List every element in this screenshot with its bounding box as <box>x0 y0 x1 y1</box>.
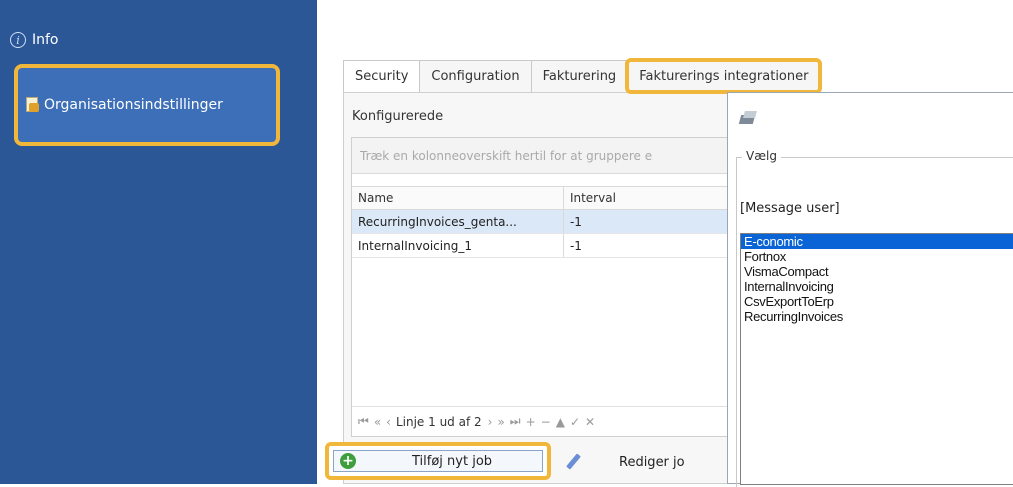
add-job-button[interactable]: + Tilføj nyt job <box>325 442 551 480</box>
next-record-icon[interactable]: › <box>488 415 493 429</box>
edit-job-button[interactable]: Rediger jo <box>557 448 747 476</box>
list-item[interactable]: RecurringInvoices <box>741 309 1013 324</box>
move-up-icon[interactable]: ▲ <box>556 415 565 429</box>
sidebar: i Info Organisationsindstillinger <box>0 0 317 484</box>
tab-bar: Security Configuration Fakturering Faktu… <box>343 58 823 94</box>
add-record-icon[interactable]: + <box>526 415 536 429</box>
pencil-icon <box>565 453 583 471</box>
cell-name: RecurringInvoices_genta... <box>352 210 564 233</box>
previous-page-icon[interactable]: « <box>374 415 381 429</box>
last-record-icon[interactable]: ⏭ <box>510 414 521 429</box>
settings-document-icon <box>26 97 40 113</box>
cancel-icon[interactable]: ✕ <box>585 415 595 429</box>
sidebar-item-label: Info <box>32 32 59 48</box>
group-by-hint[interactable]: Træk en kolonneoverskift hertil for at g… <box>352 138 760 174</box>
previous-record-icon[interactable]: ‹ <box>386 415 391 429</box>
list-item[interactable]: Fortnox <box>741 249 1013 264</box>
next-page-icon[interactable]: » <box>497 415 504 429</box>
action-bar: + Tilføj nyt job Rediger jo <box>317 440 747 484</box>
message-label: [Message user] <box>740 201 840 216</box>
sidebar-item-label: Organisationsindstillinger <box>44 97 223 113</box>
list-item[interactable]: CsvExportToErp <box>741 294 1013 309</box>
tab-security[interactable]: Security <box>343 60 421 92</box>
list-item[interactable]: VismaCompact <box>741 264 1013 279</box>
configured-panel: Konfigurerede Træk en kolonneoverskift h… <box>343 92 773 484</box>
confirm-icon[interactable]: ✓ <box>570 415 580 429</box>
record-position: Linje 1 ud af 2 <box>395 414 482 429</box>
main-area: Security Configuration Fakturering Faktu… <box>317 0 1013 487</box>
dialog-app-icon <box>738 111 758 125</box>
first-record-icon[interactable]: ⏮ <box>358 414 369 429</box>
remove-record-icon[interactable]: − <box>541 415 551 429</box>
info-icon: i <box>10 32 26 48</box>
plus-icon: + <box>340 453 356 469</box>
cell-name: InternalInvoicing_1 <box>352 234 564 257</box>
tab-fakturering[interactable]: Fakturering <box>530 60 629 92</box>
group-frame-left <box>736 157 737 487</box>
group-title: Konfigurerede <box>352 109 444 124</box>
sidebar-item-info[interactable]: i Info <box>10 28 59 52</box>
grid-navigator: ⏮ « ‹ Linje 1 ud af 2 › » ⏭ + − ▲ ✓ ✕ <box>352 406 760 436</box>
grid-header: Name Interval <box>352 186 760 210</box>
group-label: Vælg <box>742 149 781 163</box>
list-item[interactable]: InternalInvoicing <box>741 279 1013 294</box>
edit-job-label: Rediger jo <box>619 454 685 470</box>
tab-fakturerings-integrationer[interactable]: Fakturerings integrationer <box>625 58 823 94</box>
sidebar-item-organisationsindstillinger[interactable]: Organisationsindstillinger <box>14 64 280 146</box>
add-job-label: Tilføj nyt job <box>412 453 493 469</box>
column-header-name[interactable]: Name <box>352 187 564 209</box>
list-item[interactable]: E-conomic <box>741 234 1013 249</box>
jobs-grid: Træk en kolonneoverskift hertil for at g… <box>351 137 761 437</box>
table-row[interactable]: InternalInvoicing_1 -1 <box>352 234 760 258</box>
add-job-button-face: + Tilføj nyt job <box>333 450 543 472</box>
integration-dialog: Vælg [Message user] E-conomic Fortnox Vi… <box>727 92 1013 487</box>
integration-listbox[interactable]: E-conomic Fortnox VismaCompact InternalI… <box>740 233 1013 485</box>
table-row[interactable]: RecurringInvoices_genta... -1 <box>352 210 760 234</box>
tab-configuration[interactable]: Configuration <box>419 60 532 92</box>
